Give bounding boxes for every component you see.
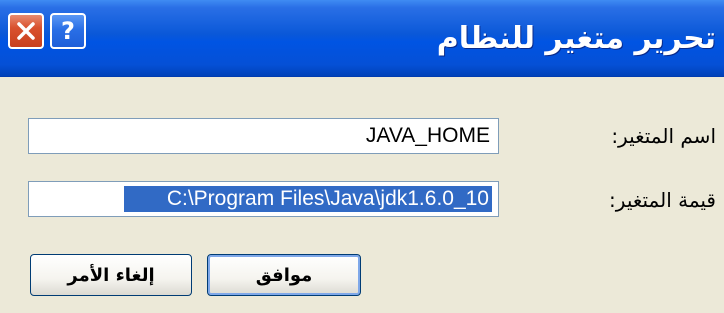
variable-name-label: اسم المتغير: (611, 124, 716, 148)
variable-value-input[interactable]: C:\Program Files\Java\jdk1.6.0_10 (28, 181, 499, 217)
window-title: تحرير متغير للنظام (436, 21, 716, 56)
close-icon (17, 22, 35, 40)
variable-value-text: C:\Program Files\Java\jdk1.6.0_10 (166, 187, 489, 210)
variable-name-input[interactable]: JAVA_HOME (28, 118, 499, 154)
help-icon: ? (61, 17, 75, 45)
title-bar: ? تحرير متغير للنظام (0, 0, 724, 77)
close-button[interactable] (8, 13, 44, 49)
cancel-button[interactable]: إلغاء الأمر (30, 254, 192, 296)
ok-button[interactable]: موافق (207, 254, 361, 296)
variable-value-label: قيمة المتغير: (609, 188, 716, 212)
edit-system-variable-dialog: ? تحرير متغير للنظام اسم المتغير: JAVA_H… (0, 0, 724, 313)
variable-name-value: JAVA_HOME (365, 124, 490, 147)
help-button[interactable]: ? (50, 13, 86, 49)
